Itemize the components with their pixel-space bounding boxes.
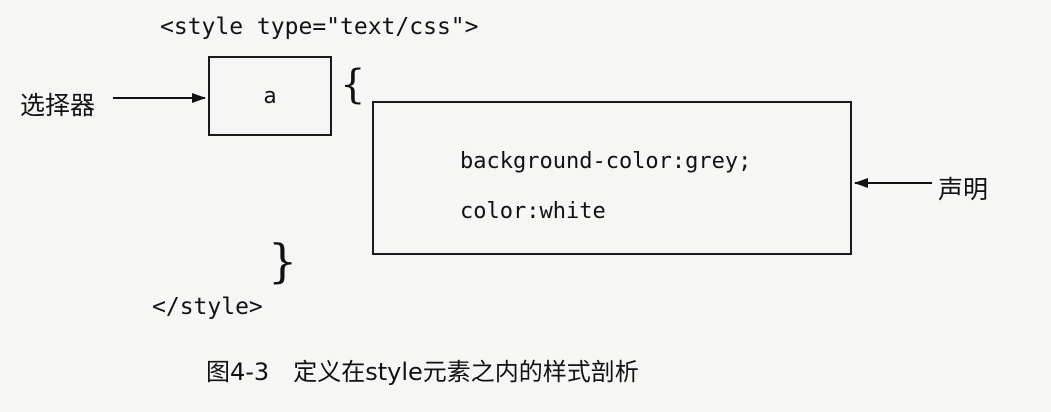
figure-caption: 图4-3 定义在style元素之内的样式剖析 bbox=[206, 352, 639, 387]
arrows-layer bbox=[113, 93, 932, 188]
figure-number: 图4-3 bbox=[206, 358, 270, 386]
figure-caption-text: 定义在style元素之内的样式剖析 bbox=[293, 358, 639, 386]
